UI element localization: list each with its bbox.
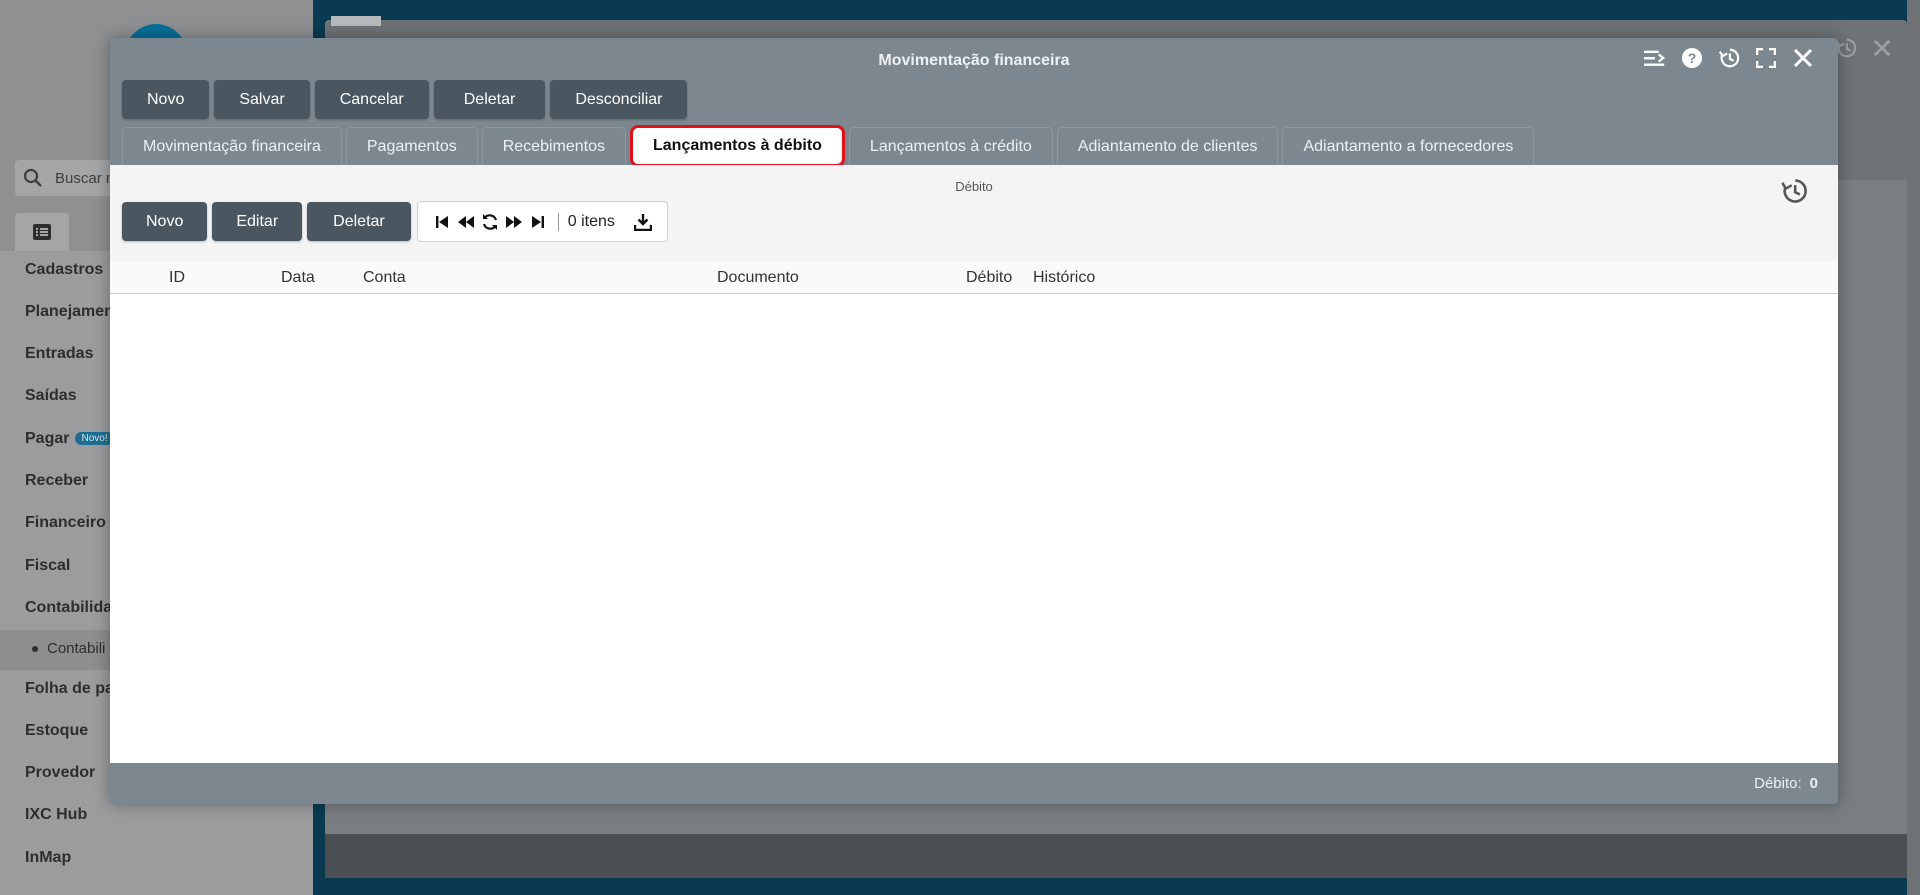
sidebar-item-financeiro[interactable]: Financeiro bbox=[25, 514, 106, 532]
debit-total-value: 0 bbox=[1809, 775, 1818, 792]
delete-button[interactable]: Deletar bbox=[433, 80, 546, 119]
grid-new-button[interactable]: Novo bbox=[122, 202, 208, 241]
page-scrollbar[interactable] bbox=[1907, 0, 1920, 895]
tab-lancamentos-credito[interactable]: Lançamentos à crédito bbox=[848, 127, 1053, 165]
tab-recebimentos[interactable]: Recebimentos bbox=[481, 127, 626, 165]
sidebar-item-pagar[interactable]: Pagar Novo! bbox=[25, 430, 114, 448]
financial-movement-modal: Movimentação financeira ? Novo Salvar Ca… bbox=[110, 38, 1838, 804]
sidebar-subitem-contabilidade[interactable]: Contabili bbox=[32, 640, 105, 657]
column-header-history[interactable]: Histórico bbox=[1033, 269, 1095, 287]
close-icon[interactable] bbox=[1792, 47, 1814, 69]
tab-content: Débito Novo Editar Deletar 0 itens ID Da… bbox=[110, 165, 1838, 763]
history-icon[interactable] bbox=[1718, 47, 1740, 69]
debit-total: Débito: 0 bbox=[1754, 775, 1818, 792]
fullscreen-icon[interactable] bbox=[1755, 47, 1777, 69]
download-icon[interactable] bbox=[633, 212, 653, 232]
grid-edit-button[interactable]: Editar bbox=[212, 202, 303, 241]
last-page-icon[interactable] bbox=[528, 212, 548, 232]
background-tab bbox=[331, 16, 381, 26]
svg-text:?: ? bbox=[1688, 50, 1697, 66]
sidebar-item-entradas[interactable]: Entradas bbox=[25, 345, 93, 363]
sidebar-item-provedor[interactable]: Provedor bbox=[25, 764, 95, 782]
new-button[interactable]: Novo bbox=[122, 80, 210, 119]
modal-title: Movimentação financeira bbox=[878, 52, 1070, 69]
sidebar-menu-tab[interactable] bbox=[15, 213, 69, 251]
section-title: Débito bbox=[955, 179, 993, 194]
save-button[interactable]: Salvar bbox=[214, 80, 310, 119]
pager: 0 itens bbox=[416, 201, 668, 242]
modal-toolbar: Novo Salvar Cancelar Deletar Desconcilia… bbox=[122, 80, 688, 119]
sidebar-item-folha[interactable]: Folha de pa bbox=[25, 680, 114, 698]
new-badge: Novo! bbox=[75, 432, 114, 446]
column-header-document[interactable]: Documento bbox=[717, 269, 799, 287]
tab-movimentacao-financeira[interactable]: Movimentação financeira bbox=[122, 127, 342, 165]
grid-delete-button[interactable]: Deletar bbox=[307, 202, 411, 241]
sidebar-item-planejamento[interactable]: Planejamen bbox=[25, 303, 114, 321]
modal-controls: ? bbox=[1644, 47, 1814, 69]
tab-adiantamento-clientes[interactable]: Adiantamento de clientes bbox=[1056, 127, 1279, 165]
column-header-debit[interactable]: Débito bbox=[966, 269, 1012, 287]
sidebar-item-ixc-hub[interactable]: IXC Hub bbox=[25, 806, 87, 824]
sidebar-subitem-label: Contabili bbox=[47, 640, 106, 657]
list-icon bbox=[33, 224, 51, 240]
first-page-icon[interactable] bbox=[432, 212, 452, 232]
debit-total-label: Débito: bbox=[1754, 775, 1802, 792]
next-page-icon[interactable] bbox=[504, 212, 524, 232]
grid-header: ID Data Conta Documento Débito Histórico bbox=[110, 261, 1838, 294]
column-header-id[interactable]: ID bbox=[169, 269, 185, 287]
pager-divider bbox=[557, 212, 559, 231]
history-icon[interactable] bbox=[1835, 37, 1857, 59]
sidebar-item-receber[interactable]: Receber bbox=[25, 472, 88, 490]
item-count: 0 itens bbox=[567, 212, 615, 230]
tab-adiantamento-fornecedores[interactable]: Adiantamento a fornecedores bbox=[1282, 127, 1535, 165]
unreconcile-button[interactable]: Desconciliar bbox=[550, 80, 688, 119]
background-window-controls bbox=[1835, 37, 1893, 59]
sidebar-item-saidas[interactable]: Saídas bbox=[25, 387, 77, 405]
column-header-date[interactable]: Data bbox=[281, 269, 315, 287]
help-icon[interactable]: ? bbox=[1681, 47, 1703, 69]
previous-page-icon[interactable] bbox=[456, 212, 476, 232]
sidebar-item-contabilidade[interactable]: Contabilida bbox=[25, 599, 112, 617]
cancel-button[interactable]: Cancelar bbox=[314, 80, 429, 119]
grid-toolbar: Novo Editar Deletar 0 itens bbox=[122, 201, 668, 242]
column-header-account[interactable]: Conta bbox=[363, 269, 406, 287]
sidebar-item-pagar-label: Pagar bbox=[25, 430, 70, 447]
sidebar-item-cadastros[interactable]: Cadastros bbox=[25, 261, 103, 279]
modal-tabs: Movimentação financeira Pagamentos Receb… bbox=[122, 125, 1535, 167]
refresh-icon[interactable] bbox=[480, 212, 500, 232]
sidebar-search-placeholder: Buscar m bbox=[55, 169, 119, 187]
bullet-dot bbox=[32, 645, 38, 652]
close-icon[interactable] bbox=[1871, 37, 1893, 59]
sidebar-item-estoque[interactable]: Estoque bbox=[25, 722, 88, 740]
search-icon bbox=[23, 168, 42, 187]
modal-footer: Débito: 0 bbox=[110, 763, 1838, 804]
background-window-footer bbox=[325, 834, 1907, 878]
menu-collapse-icon[interactable] bbox=[1644, 47, 1666, 69]
tab-pagamentos[interactable]: Pagamentos bbox=[345, 127, 478, 165]
sidebar-item-inmap[interactable]: InMap bbox=[25, 849, 71, 867]
tab-lancamentos-debito[interactable]: Lançamentos à débito bbox=[630, 125, 845, 167]
sidebar-item-fiscal[interactable]: Fiscal bbox=[25, 557, 70, 575]
history-icon[interactable] bbox=[1780, 177, 1808, 205]
